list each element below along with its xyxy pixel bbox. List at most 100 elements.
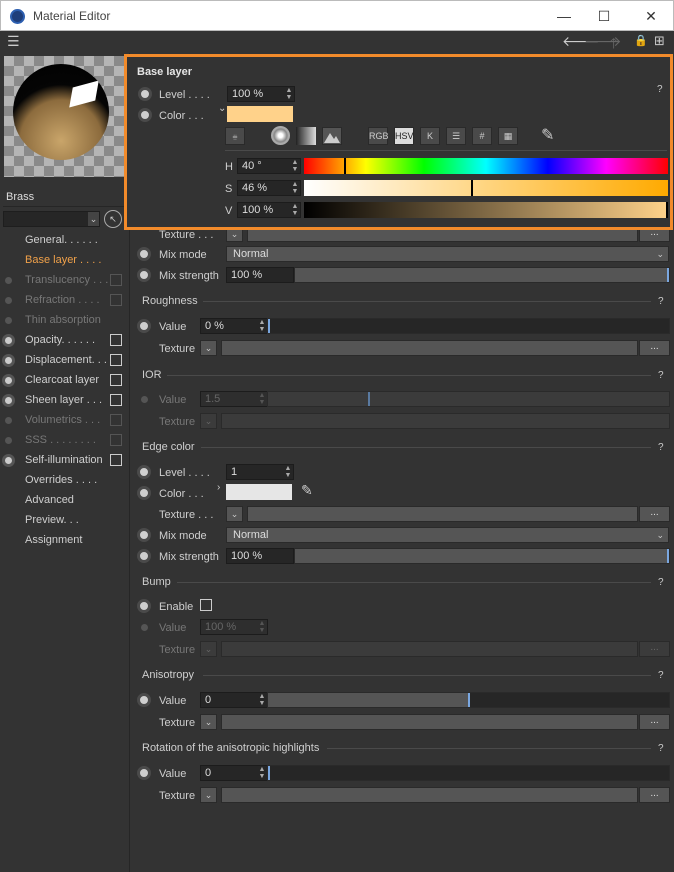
anisotropy-value-input[interactable]: 0 ▲ ▼ (200, 692, 268, 708)
slider-knob[interactable] (667, 549, 669, 563)
value-slider[interactable] (304, 202, 668, 218)
spinner-icon[interactable]: ▲ ▼ (257, 766, 267, 780)
color-wheel-icon[interactable] (271, 126, 290, 145)
edge-mix-mode-select[interactable]: Normal ⌄ (226, 527, 669, 543)
sidebar-item-general[interactable]: General. . . . . . (25, 232, 98, 248)
sidebar-item-refraction[interactable]: Refraction . . . . (25, 292, 100, 308)
radio-icon[interactable] (137, 319, 151, 333)
edge-color-header[interactable]: Edge color (142, 441, 195, 453)
opacity-checkbox[interactable] (110, 334, 122, 346)
radio-icon[interactable] (137, 268, 151, 282)
chevron-down-icon[interactable]: ⌄ (88, 212, 99, 226)
slider-knob[interactable] (471, 180, 474, 196)
displacement-checkbox[interactable] (110, 354, 122, 366)
sidebar-item-clearcoat[interactable]: Clearcoat layer (25, 372, 99, 388)
anisotropy-header[interactable]: Anisotropy (142, 669, 194, 681)
roughness-texture-field[interactable] (221, 340, 638, 356)
bump-value-input[interactable]: 100 % ▲ ▼ (200, 619, 268, 635)
sidebar-item-translucency[interactable]: Translucency . . . (25, 272, 108, 288)
close-button[interactable]: ✕ (636, 5, 666, 27)
base-color-swatch[interactable] (227, 106, 293, 122)
spinner-icon[interactable]: ▲ ▼ (284, 87, 294, 101)
roughness-value-input[interactable]: 0 % ▲ ▼ (200, 318, 268, 334)
radio-icon[interactable] (141, 624, 148, 631)
swatches-grid-icon[interactable]: ▦ (498, 127, 518, 145)
spinner-icon[interactable]: ▲ ▼ (283, 465, 293, 479)
ior-value-input[interactable]: 1.5 ▲ ▼ (200, 391, 268, 407)
roughness-slider[interactable] (267, 318, 670, 334)
eyedropper-icon[interactable]: ✎ (541, 125, 554, 145)
value-input[interactable]: 100 % ▲ ▼ (237, 202, 301, 218)
radio-icon[interactable] (137, 528, 151, 542)
menu-icon[interactable]: ☰ (7, 33, 20, 50)
saturation-input[interactable]: 46 % ▲ ▼ (237, 180, 301, 196)
rotation-texture-more-button[interactable]: ... (639, 787, 670, 803)
edge-mix-strength-slider[interactable] (294, 548, 670, 564)
help-icon[interactable]: ? (658, 743, 664, 754)
pick-material-icon[interactable]: ↖ (104, 210, 122, 228)
radio-icon[interactable] (137, 766, 151, 780)
sidebar-item-sss[interactable]: SSS . . . . . . . . (25, 432, 96, 448)
translucency-checkbox[interactable] (110, 274, 122, 286)
bump-header[interactable]: Bump (142, 576, 171, 588)
material-preview[interactable] (4, 56, 125, 177)
toggle-on-icon[interactable] (2, 334, 15, 347)
help-icon[interactable]: ? (658, 370, 664, 381)
hue-slider[interactable] (304, 158, 668, 174)
rotation-slider[interactable] (267, 765, 670, 781)
chevron-down-icon[interactable]: ⌄ (226, 506, 243, 522)
help-icon[interactable]: ? (658, 670, 664, 681)
chevron-right-icon[interactable]: › (217, 482, 220, 493)
radio-icon[interactable] (137, 549, 151, 563)
chevron-down-icon[interactable]: ⌄ (200, 714, 217, 730)
radio-icon[interactable] (137, 599, 151, 613)
spinner-icon[interactable]: ▲ ▼ (290, 181, 300, 195)
base-mix-strength-slider[interactable] (294, 267, 670, 283)
slider-knob[interactable] (268, 766, 270, 780)
bump-enable-checkbox[interactable] (200, 599, 212, 611)
self-illumination-checkbox[interactable] (110, 454, 122, 466)
sidebar-item-preview[interactable]: Preview. . . (25, 512, 79, 528)
ior-slider[interactable] (267, 391, 670, 407)
refraction-checkbox[interactable] (110, 294, 122, 306)
rgb-mode-button[interactable]: RGB (368, 127, 389, 145)
sidebar-item-volumetrics[interactable]: Volumetrics . . . (25, 412, 100, 428)
radio-icon[interactable] (141, 396, 148, 403)
spinner-icon[interactable]: ▲ ▼ (290, 159, 300, 173)
spinner-icon[interactable]: ▲ ▼ (257, 319, 267, 333)
sidebar-item-assignment[interactable]: Assignment (25, 532, 82, 548)
sidebar-item-sheen[interactable]: Sheen layer . . . (25, 392, 102, 408)
bump-texture-field[interactable] (221, 641, 638, 657)
chevron-down-icon[interactable]: ⌄ (200, 340, 217, 356)
edge-level-input[interactable]: 1 ▲ ▼ (226, 464, 294, 480)
clearcoat-checkbox[interactable] (110, 374, 122, 386)
slider-knob[interactable] (667, 268, 669, 282)
sidebar-item-base-layer[interactable]: Base layer . . . . (25, 252, 101, 268)
sliders-icon[interactable]: ☰ (446, 127, 466, 145)
radio-icon[interactable] (137, 247, 151, 261)
radio-icon[interactable] (137, 693, 151, 707)
hex-mode-button[interactable]: # (472, 127, 492, 145)
eyedropper-icon[interactable]: ✎ (301, 482, 313, 499)
roughness-header[interactable]: Roughness (142, 295, 198, 307)
material-selector[interactable] (3, 211, 100, 227)
radio-icon[interactable] (138, 87, 152, 101)
radio-icon[interactable] (137, 486, 151, 500)
hsv-mode-button[interactable]: HSV (394, 127, 414, 145)
toggle-on-icon[interactable] (2, 374, 15, 387)
toggle-on-icon[interactable] (2, 354, 15, 367)
chevron-down-icon[interactable]: ⌄ (200, 641, 217, 657)
anisotropy-slider[interactable] (267, 692, 670, 708)
spectrum-icon[interactable] (296, 127, 316, 145)
ior-header[interactable]: IOR (142, 369, 162, 381)
anisotropy-texture-field[interactable] (221, 714, 638, 730)
slider-knob[interactable] (268, 319, 270, 333)
edge-texture-more-button[interactable]: ... (639, 506, 670, 522)
lock-icon[interactable]: 🔒 (634, 34, 648, 47)
sss-checkbox[interactable] (110, 434, 122, 446)
sidebar-item-overrides[interactable]: Overrides . . . . (25, 472, 97, 488)
sidebar-item-self-illumination[interactable]: Self-illumination (25, 452, 103, 468)
edge-color-swatch[interactable] (226, 484, 292, 500)
slider-knob[interactable] (666, 202, 668, 218)
minimize-button[interactable]: — (549, 5, 579, 27)
